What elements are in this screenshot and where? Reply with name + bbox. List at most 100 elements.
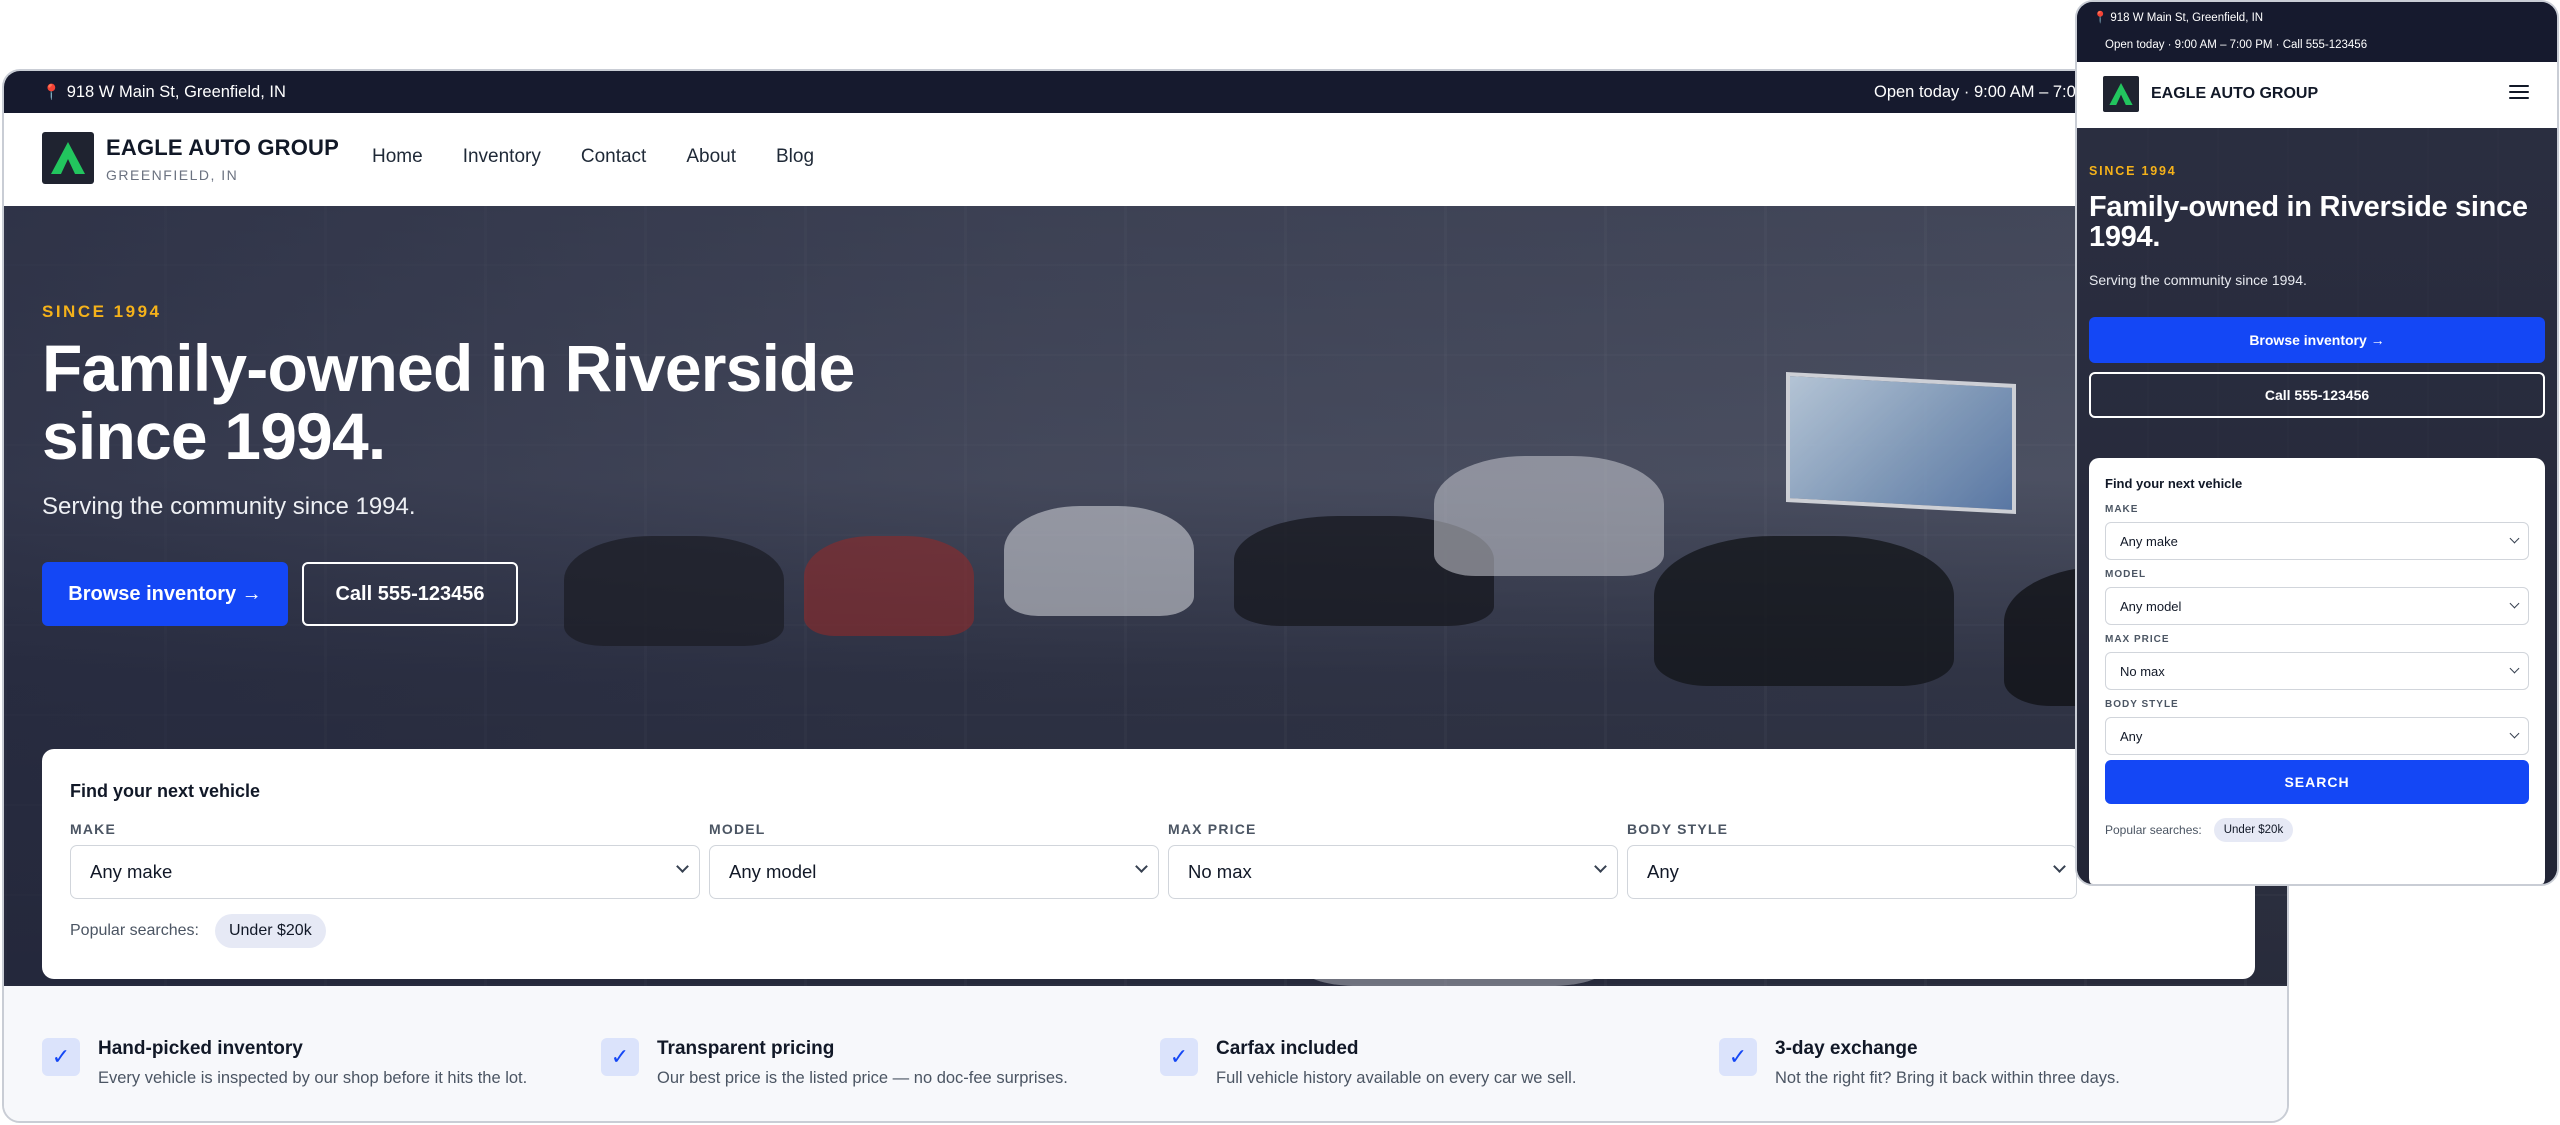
feature-item: ✓ 3-day exchange Not the right fit? Bring… xyxy=(1719,1038,2120,1088)
mobile-model-label: MODEL xyxy=(2105,569,2147,580)
mobile-model-field: MODEL Any model xyxy=(2105,569,2529,625)
mobile-address-text: 918 W Main St, Greenfield, IN xyxy=(2110,12,2264,24)
make-select-value: Any make xyxy=(90,861,173,882)
map-pin-icon: 📍 xyxy=(2093,12,2108,24)
check-icon: ✓ xyxy=(1160,1038,1198,1076)
mobile-make-select-value: Any make xyxy=(2120,533,2178,549)
nav-links: Home Inventory Contact About Blog xyxy=(372,146,854,168)
search-card-title: Find your next vehicle xyxy=(70,781,261,801)
showroom-car-image xyxy=(1004,506,1194,616)
mobile-hero-title: Family-owned in Riverside since 1994. xyxy=(2089,191,2528,253)
chevron-down-icon xyxy=(1594,860,1607,873)
feature-description: Full vehicle history available on every … xyxy=(1216,1069,1577,1087)
body-style-field: BODY STYLE Any xyxy=(1627,821,2077,899)
brand-name: EAGLE AUTO GROUP xyxy=(106,135,339,160)
mobile-browse-inventory-button[interactable]: Browse inventory → xyxy=(2089,317,2545,363)
mobile-model-select[interactable]: Any model xyxy=(2105,587,2529,625)
showroom-car-image xyxy=(1654,536,1954,686)
feature-description: Every vehicle is inspected by our shop b… xyxy=(98,1069,528,1087)
main-navigation: EAGLE AUTO GROUP GREENFIELD, IN Home Inv… xyxy=(4,113,2287,206)
mobile-popular-searches-label: Popular searches: xyxy=(2105,823,2202,837)
hero-eyebrow: SINCE 1994 xyxy=(42,302,162,321)
body-style-label: BODY STYLE xyxy=(1627,821,1729,837)
max-price-select-value: No max xyxy=(1188,861,1252,882)
check-icon: ✓ xyxy=(1719,1038,1757,1076)
hamburger-menu-icon[interactable] xyxy=(2509,85,2529,101)
mobile-address-line: 📍 918 W Main St, Greenfield, IN xyxy=(2093,10,2263,24)
make-select[interactable]: Any make xyxy=(70,845,700,899)
mobile-search-card-title: Find your next vehicle xyxy=(2105,476,2243,491)
top-info-bar: 📍 918 W Main St, Greenfield, IN Open tod… xyxy=(4,71,2287,113)
mobile-body-style-label: BODY STYLE xyxy=(2105,699,2179,710)
mobile-max-price-select[interactable]: No max xyxy=(2105,652,2529,690)
mobile-body-style-select[interactable]: Any xyxy=(2105,717,2529,755)
mobile-call-button[interactable]: Call 555-123456 xyxy=(2089,372,2545,418)
mobile-hero-eyebrow: SINCE 1994 xyxy=(2089,164,2177,178)
showroom-screen-image xyxy=(1786,371,2016,515)
feature-item: ✓ Hand-picked inventory Every vehicle is … xyxy=(42,1038,527,1088)
chevron-down-icon xyxy=(2509,728,2520,739)
mobile-navigation: EAGLE AUTO GROUP xyxy=(2077,62,2557,128)
mobile-body-style-field: BODY STYLE Any xyxy=(2105,699,2529,755)
chevron-down-icon xyxy=(676,860,689,873)
model-field: MODEL Any model xyxy=(709,821,1159,899)
max-price-select[interactable]: No max xyxy=(1168,845,1618,899)
browse-inventory-button[interactable]: Browse inventory → xyxy=(42,562,288,626)
feature-item: ✓ Transparent pricing Our best price is t… xyxy=(601,1038,1068,1088)
model-select[interactable]: Any model xyxy=(709,845,1159,899)
mobile-hero-subtitle: Serving the community since 1994. xyxy=(2089,272,2307,288)
model-select-value: Any model xyxy=(729,861,817,882)
nav-link-inventory[interactable]: Inventory xyxy=(463,146,541,168)
make-label: MAKE xyxy=(70,821,117,837)
mobile-body-style-select-value: Any xyxy=(2120,728,2143,744)
mobile-hero-section: SINCE 1994 Family-owned in Riverside sin… xyxy=(2077,128,2557,884)
mobile-brand-name[interactable]: EAGLE AUTO GROUP xyxy=(2151,85,2318,103)
mobile-popular-chip-under-20k[interactable]: Under $20k xyxy=(2213,818,2294,842)
nav-link-contact[interactable]: Contact xyxy=(581,146,646,168)
max-price-field: MAX PRICE No max xyxy=(1168,821,1618,899)
check-icon: ✓ xyxy=(601,1038,639,1076)
popular-searches: Popular searches: Under $20k xyxy=(70,914,326,948)
brand-location: GREENFIELD, IN xyxy=(106,167,239,183)
feature-title: Carfax included xyxy=(1216,1038,1359,1059)
nav-link-home[interactable]: Home xyxy=(372,146,423,168)
mobile-model-select-value: Any model xyxy=(2120,598,2182,614)
showroom-car-image xyxy=(804,536,974,636)
chevron-down-icon xyxy=(2509,533,2520,544)
mobile-make-field: MAKE Any make xyxy=(2105,504,2529,560)
feature-title: 3-day exchange xyxy=(1775,1038,1918,1059)
body-style-select[interactable]: Any xyxy=(1627,845,2077,899)
brand-block[interactable]: EAGLE AUTO GROUP GREENFIELD, IN xyxy=(106,135,339,183)
popular-chip-under-20k[interactable]: Under $20k xyxy=(214,914,326,948)
max-price-label: MAX PRICE xyxy=(1168,821,1257,837)
showroom-car-image xyxy=(564,536,784,646)
hero-title: Family-owned in Riverside since 1994. xyxy=(42,331,855,473)
mobile-hours-text: Open today · 9:00 AM – 7:00 PM · Call 55… xyxy=(2105,39,2368,51)
eagle-logo-icon[interactable] xyxy=(2103,76,2139,112)
check-icon: ✓ xyxy=(42,1038,80,1076)
nav-link-about[interactable]: About xyxy=(686,146,736,168)
desktop-viewport: 📍 918 W Main St, Greenfield, IN Open tod… xyxy=(2,69,2289,1123)
nav-link-blog[interactable]: Blog xyxy=(776,146,814,168)
call-button[interactable]: Call 555-123456 xyxy=(302,562,518,626)
vehicle-search-card: Find your next vehicle MAKE Any make MOD… xyxy=(42,749,2255,979)
feature-description: Not the right fit? Bring it back within … xyxy=(1775,1069,2120,1087)
feature-title: Transparent pricing xyxy=(657,1038,835,1059)
showroom-car-image xyxy=(1434,456,1664,576)
popular-searches-label: Popular searches: xyxy=(70,922,199,939)
mobile-max-price-select-value: No max xyxy=(2120,663,2165,679)
mobile-max-price-field: MAX PRICE No max xyxy=(2105,634,2529,690)
mobile-search-button[interactable]: SEARCH xyxy=(2105,760,2529,804)
model-label: MODEL xyxy=(709,821,766,837)
chevron-down-icon xyxy=(2509,598,2520,609)
map-pin-icon: 📍 xyxy=(42,84,61,101)
chevron-down-icon xyxy=(1135,860,1148,873)
make-field: MAKE Any make xyxy=(70,821,700,899)
mobile-top-info-bar: 📍 918 W Main St, Greenfield, IN Open toda… xyxy=(2077,2,2557,62)
mobile-vehicle-search-card: Find your next vehicle MAKE Any make MOD… xyxy=(2089,458,2545,884)
address-text: 918 W Main St, Greenfield, IN xyxy=(66,82,286,101)
mobile-popular-searches: Popular searches: Under $20k xyxy=(2105,818,2294,842)
eagle-logo-icon[interactable] xyxy=(42,132,94,184)
features-strip: ✓ Hand-picked inventory Every vehicle is … xyxy=(4,986,2287,1121)
mobile-make-select[interactable]: Any make xyxy=(2105,522,2529,560)
